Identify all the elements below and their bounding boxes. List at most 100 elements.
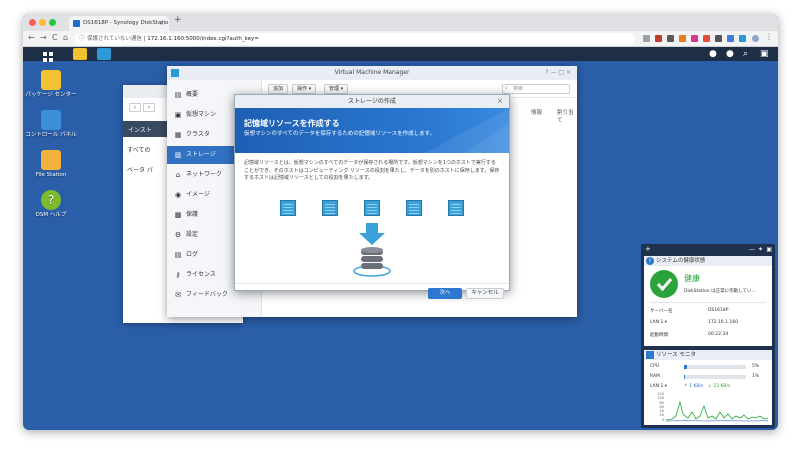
notifications-icon[interactable]: ● xyxy=(709,48,717,60)
health-message: DiskStation は正常に作動してい... xyxy=(684,289,756,294)
vmm-taskbar-icon[interactable] xyxy=(97,48,111,60)
host-server-icon xyxy=(406,200,422,216)
back-icon[interactable]: ‹ xyxy=(129,103,141,112)
address-url: 172.16.1.160:5000/index.cgi?auth_key= xyxy=(147,36,259,42)
widgets-icon[interactable]: ▣ xyxy=(760,48,769,60)
forward-icon[interactable]: › xyxy=(143,103,155,112)
address-bar[interactable]: ⓘ 保護されていない通信 | 172.16.1.160:5000/index.c… xyxy=(75,33,635,45)
minimize-widget-icon[interactable]: — xyxy=(749,244,755,255)
lan-ip-value: 172.16.1.160 xyxy=(708,320,739,325)
all-packages-item[interactable]: すべての xyxy=(127,145,150,154)
desktop-icon-package-center[interactable]: パッケージ センター xyxy=(24,70,78,99)
insecure-warning: 保護されていない通信 xyxy=(87,36,142,42)
desktop-icon-label: DSM ヘルプ xyxy=(35,212,67,218)
desktop-icon-label: コントロール パネル xyxy=(25,132,77,138)
search-input[interactable]: 検索 xyxy=(502,84,570,94)
column-more[interactable]: ： xyxy=(569,108,575,116)
new-tab-button[interactable]: + xyxy=(174,15,182,25)
tab-close-icon[interactable]: × xyxy=(159,16,164,31)
home-icon[interactable]: ⌂ xyxy=(63,33,68,42)
manage-button[interactable]: 管理 ▾ xyxy=(324,84,349,94)
extension-1-icon[interactable] xyxy=(655,35,662,42)
key-icon[interactable] xyxy=(643,35,650,42)
host-server-icon xyxy=(322,200,338,216)
dialog-titlebar[interactable]: ストレージの作成 × xyxy=(235,95,509,108)
info-icon: i xyxy=(646,257,654,265)
create-storage-dialog: ストレージの作成 × 記憶域リソースを作成する 仮想マシンのすべてのデータを保存… xyxy=(234,94,510,299)
network-chart xyxy=(666,400,768,422)
control-panel-icon xyxy=(41,110,61,130)
search-icon: ⌕ xyxy=(505,85,508,91)
help-icon: ? xyxy=(41,190,61,210)
browser-toolbar: ← → C ⌂ ⓘ 保護されていない通信 | 172.16.1.160:5000… xyxy=(23,31,778,47)
close-icon[interactable]: × xyxy=(497,95,503,108)
synology-favicon-icon xyxy=(73,20,80,27)
pin-icon[interactable]: ✦ xyxy=(758,244,763,255)
download-speed: ↓ 23 KB/s xyxy=(708,384,731,389)
forward-icon[interactable]: → xyxy=(40,33,47,42)
lan-selector[interactable]: LAN 1 ▾ xyxy=(650,384,667,389)
search-icon[interactable]: ⌕ xyxy=(743,48,748,60)
desktop-icon-file-station[interactable]: File Station xyxy=(24,150,78,179)
server-name-value: DS1618P xyxy=(708,308,729,313)
lan-label[interactable]: LAN 1 ▾ xyxy=(650,320,667,325)
reload-icon[interactable]: C xyxy=(52,33,58,42)
uptime-value: 00:22:34 xyxy=(708,332,729,337)
divider xyxy=(650,302,766,303)
extension-5-icon[interactable] xyxy=(703,35,710,42)
resource-monitor-header: リソース モニタ xyxy=(644,350,772,360)
info-icon[interactable]: ⓘ xyxy=(79,33,85,45)
sidebar-item-label: イメージ xyxy=(186,191,210,198)
dialog-banner: 記憶域リソースを作成する 仮想マシンのすべてのデータを保存するための記憶域リソー… xyxy=(235,108,509,153)
column-info[interactable]: 情報 xyxy=(531,108,542,116)
cancel-button[interactable]: キャンセル xyxy=(466,288,504,299)
widget-settings-icon[interactable]: ▣ xyxy=(766,244,772,255)
desktop-icon-control-panel[interactable]: コントロール パネル xyxy=(24,110,78,139)
sidebar-item-label: 保護 xyxy=(186,211,199,218)
desktop-icon-dsm-help[interactable]: ? DSM ヘルプ xyxy=(24,190,78,219)
sidebar-item-icon: ⚙ xyxy=(174,231,182,239)
sidebar-item-icon: ⚷ xyxy=(175,271,181,279)
extension-2-icon[interactable] xyxy=(667,35,674,42)
cpu-bar-fill xyxy=(684,365,688,369)
package-center-taskbar-icon[interactable] xyxy=(73,48,87,60)
host-server-icon xyxy=(364,200,380,216)
sidebar-item-label: フィードバック xyxy=(186,291,228,298)
system-health-header: i システムの健康状態 xyxy=(644,256,772,266)
extension-4-icon[interactable] xyxy=(691,35,698,42)
system-health-widget: i システムの健康状態 健康 DiskStation は正常に作動してい... … xyxy=(644,256,772,346)
installed-label: インスト xyxy=(128,127,152,134)
action-button[interactable]: 操作 ▾ xyxy=(292,84,317,94)
cpu-value: 5% xyxy=(752,364,760,369)
minimize-window-button[interactable] xyxy=(39,19,46,26)
browser-tab[interactable]: DS1618P - Synology DiskStatio × xyxy=(69,16,169,31)
next-button[interactable]: 次へ xyxy=(428,288,462,299)
installed-tab[interactable]: インスト xyxy=(123,121,169,137)
ram-value: 1% xyxy=(752,374,760,379)
chart-y-axis: 120 100 80 60 40 20 0 xyxy=(650,392,664,422)
vmm-titlebar[interactable]: Virtual Machine Manager ? — □ × xyxy=(167,66,577,80)
browser-menu-icon[interactable]: ⋮ xyxy=(765,32,773,41)
create-button[interactable]: 追加 xyxy=(268,84,289,94)
resource-monitor-title: リソース モニタ xyxy=(656,352,696,358)
package-center-icon xyxy=(41,70,61,90)
extension-7-icon[interactable] xyxy=(727,35,734,42)
cpu-label: CPU xyxy=(650,364,660,369)
extension-6-icon[interactable] xyxy=(715,35,722,42)
extension-8-icon[interactable] xyxy=(739,35,746,42)
dialog-title: ストレージの作成 xyxy=(348,98,396,105)
dialog-heading: 記憶域リソースを作成する xyxy=(244,119,340,128)
sidebar-item-icon: ✉ xyxy=(175,291,181,299)
close-window-button[interactable] xyxy=(29,19,36,26)
main-menu-icon[interactable] xyxy=(41,48,55,62)
back-icon[interactable]: ← xyxy=(28,33,35,42)
extension-3-icon[interactable] xyxy=(679,35,686,42)
profile-avatar[interactable] xyxy=(752,35,759,42)
beta-packages-item[interactable]: ベータ パ xyxy=(127,165,153,174)
dialog-subheading: 仮想マシンのすべてのデータを保存するための記憶域リソースを作成します。 xyxy=(244,131,436,137)
add-widget-button[interactable]: + xyxy=(645,244,651,255)
window-controls[interactable]: ? — □ × xyxy=(545,66,571,80)
user-icon[interactable]: ● xyxy=(726,48,734,60)
maximize-window-button[interactable] xyxy=(49,19,56,26)
host-server-icon xyxy=(280,200,296,216)
